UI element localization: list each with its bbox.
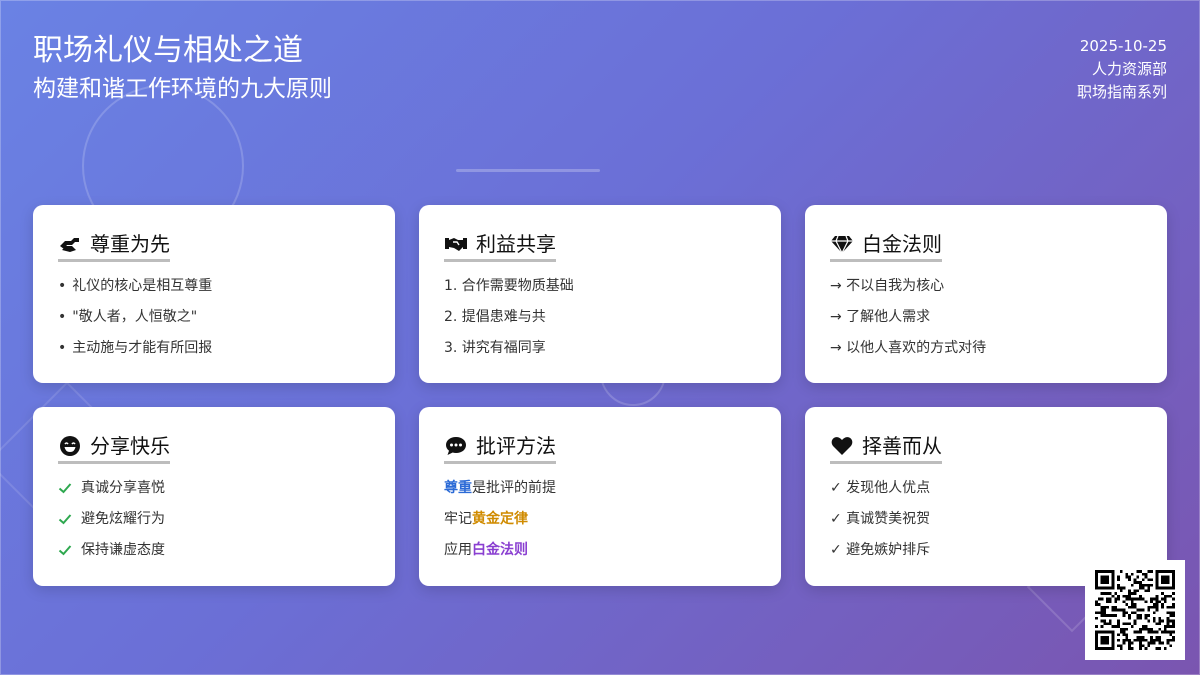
card-header: 利益共享 <box>444 231 556 262</box>
list-item: 保持谦虚态度 <box>58 540 370 560</box>
heart-icon <box>831 437 853 455</box>
page-subtitle: 构建和谐工作环境的九大原则 <box>33 76 332 102</box>
card-share-happiness: 分享快乐 真诚分享喜悦 避免炫耀行为 保持谦虚态度 <box>33 407 395 586</box>
gem-icon <box>831 235 853 254</box>
card-title: 利益共享 <box>476 232 556 256</box>
handshake-hand-icon <box>60 238 79 252</box>
card-title: 分享快乐 <box>90 434 170 458</box>
list-item: → 以他人喜欢的方式对待 <box>830 340 987 356</box>
check-icon <box>58 483 72 494</box>
card-header: 批评方法 <box>444 433 556 464</box>
list-item: → 不以自我为核心 <box>830 278 945 294</box>
list-item: 尊重 是批评的前提 <box>444 480 556 496</box>
card-title: 批评方法 <box>476 434 556 458</box>
card-shared-benefits: 利益共享 1. 合作需要物质基础 2. 提倡患难与共 3. 讲究有福同享 <box>419 205 781 383</box>
meta-date: 2025-10-25 <box>1079 37 1167 55</box>
smile-icon <box>60 436 80 456</box>
list-item: ✓ 发现他人优点 <box>830 480 931 496</box>
card-header: 分享快乐 <box>58 433 170 464</box>
slide-meta: 2025-10-25 人力资源部 职场指南系列 <box>1077 35 1167 104</box>
handshake-icon <box>445 238 467 251</box>
list-item: → 了解他人需求 <box>830 309 931 325</box>
card-criticism-method: 批评方法 尊重 是批评的前提 牢记 黄金定律 应用 白金法则 <box>419 407 781 586</box>
page-title: 职场礼仪与相处之道 <box>33 33 303 68</box>
card-title: 尊重为先 <box>90 232 170 256</box>
card-platinum-rule: 白金法则 → 不以自我为核心 → 了解他人需求 → 以他人喜欢的方式对待 <box>805 205 1167 383</box>
card-list: ✓ 发现他人优点 ✓ 真诚赞美祝贺 ✓ 避免嫉妒排斥 <box>830 478 1142 560</box>
card-title: 白金法则 <box>862 232 942 256</box>
list-item: 应用 白金法则 <box>444 542 528 558</box>
list-item: 2. 提倡患难与共 <box>444 309 546 325</box>
card-list: 1. 合作需要物质基础 2. 提倡患难与共 3. 讲究有福同享 <box>444 276 756 358</box>
card-header: 白金法则 <box>830 231 942 262</box>
list-item: 牢记 黄金定律 <box>444 511 528 527</box>
comment-dots-icon <box>446 437 466 455</box>
qr-code-icon <box>1095 570 1175 650</box>
slide-header: 职场礼仪与相处之道 构建和谐工作环境的九大原则 <box>33 32 332 104</box>
card-header: 择善而从 <box>830 433 942 464</box>
check-icon <box>58 514 72 525</box>
meta-series: 职场指南系列 <box>1076 83 1167 101</box>
card-list: • 礼仪的核心是相互尊重 • "敬人者，人恒敬之" • 主动施与才能有所回报 <box>58 276 370 358</box>
list-item: 3. 讲究有福同享 <box>444 340 546 356</box>
list-item: • 礼仪的核心是相互尊重 <box>58 278 213 294</box>
qr-code <box>1085 560 1185 660</box>
list-item: 1. 合作需要物质基础 <box>444 278 574 294</box>
card-header: 尊重为先 <box>58 231 170 262</box>
card-list: 尊重 是批评的前提 牢记 黄金定律 应用 白金法则 <box>444 478 756 560</box>
list-item: ✓ 避免嫉妒排斥 <box>830 542 931 558</box>
list-item: • "敬人者，人恒敬之" <box>58 309 198 325</box>
list-item: 避免炫耀行为 <box>58 509 370 529</box>
check-icon <box>58 545 72 556</box>
card-title: 择善而从 <box>862 434 942 458</box>
card-respect: 尊重为先 • 礼仪的核心是相互尊重 • "敬人者，人恒敬之" • 主动施与才能有所回报 <box>33 205 395 383</box>
decorative-bar <box>456 169 600 172</box>
card-list: 真诚分享喜悦 避免炫耀行为 保持谦虚态度 <box>58 478 370 560</box>
list-item: • 主动施与才能有所回报 <box>58 340 213 356</box>
list-item: ✓ 真诚赞美祝贺 <box>830 511 931 527</box>
list-item: 真诚分享喜悦 <box>58 478 370 498</box>
card-list: → 不以自我为核心 → 了解他人需求 → 以他人喜欢的方式对待 <box>830 276 1142 358</box>
meta-department: 人力资源部 <box>1091 60 1167 78</box>
